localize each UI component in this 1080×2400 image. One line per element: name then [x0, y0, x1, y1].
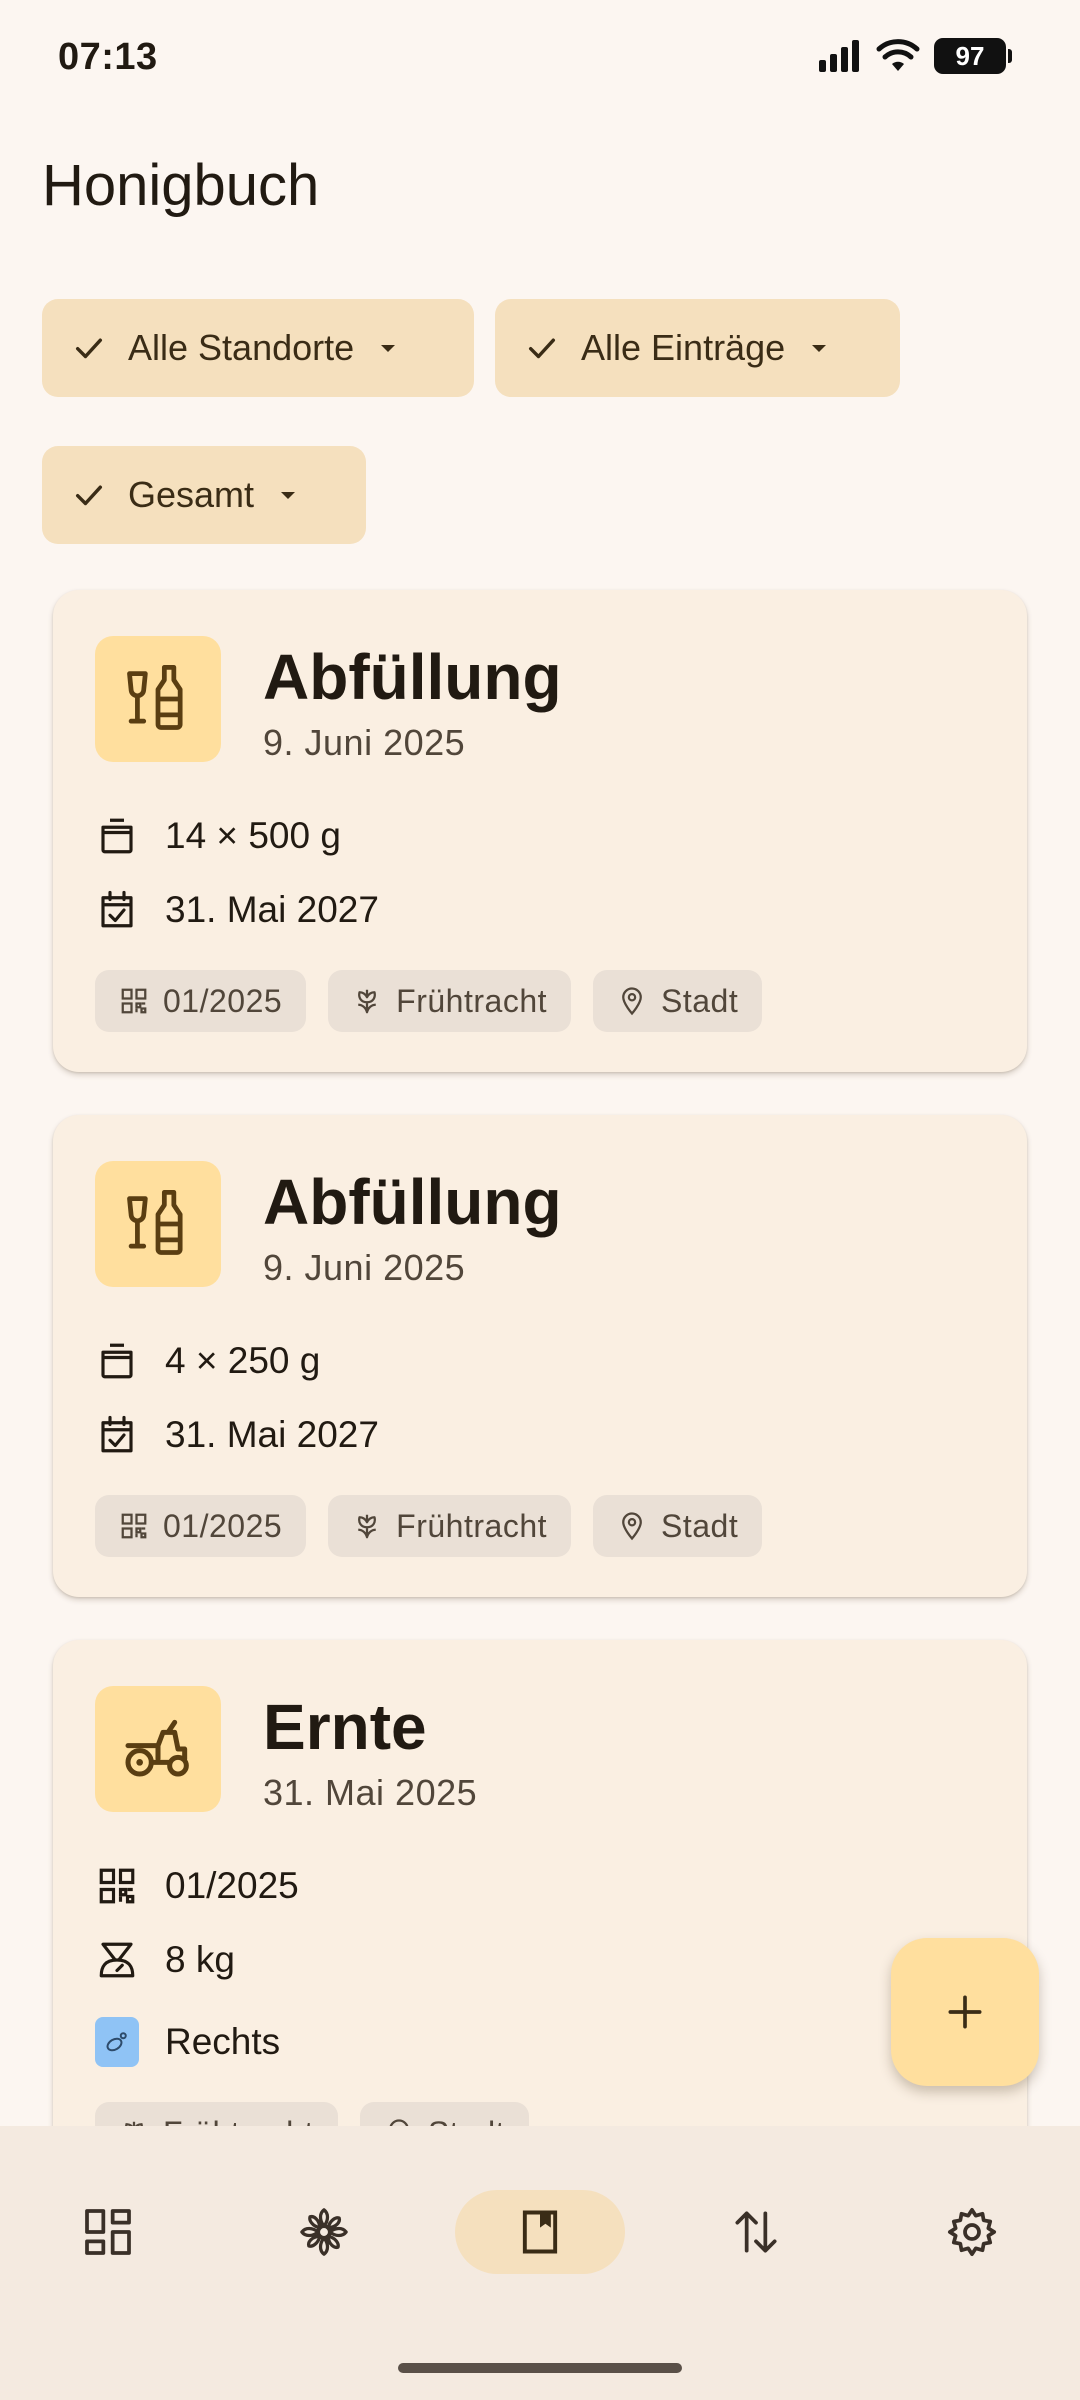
- entry-date: 9. Juni 2025: [263, 1247, 466, 1288]
- grid-icon: [85, 2209, 131, 2255]
- entry-title: Ernte: [263, 1691, 427, 1763]
- tag-location[interactable]: Stadt: [593, 1495, 763, 1557]
- qr-code-icon: [121, 1513, 147, 1539]
- nav-journal[interactable]: [455, 2190, 625, 2274]
- book-icon: [522, 2210, 558, 2254]
- dropdown-arrow-icon: [381, 345, 396, 352]
- filter-location-chip[interactable]: Alle Standorte: [42, 299, 474, 397]
- tag-batch[interactable]: 01/2025: [95, 970, 307, 1032]
- tag-flora-label: Frühtracht: [396, 1507, 547, 1544]
- flower-icon: [358, 989, 377, 1014]
- entry-quantity-row: 14 × 500 g: [95, 814, 341, 858]
- entry-title: Abfüllung: [263, 641, 562, 713]
- tag-flora-label: Frühtracht: [396, 982, 547, 1019]
- tag-batch[interactable]: 01/2025: [95, 1495, 307, 1557]
- tag-batch-label: 01/2025: [163, 982, 283, 1019]
- tag-location-label: Stadt: [661, 1507, 739, 1544]
- entry-title: Abfüllung: [263, 1166, 562, 1238]
- entry-card[interactable]: Abfüllung 9. Juni 2025 14 × 500 g 31. Ma…: [53, 590, 1027, 1072]
- entry-type-icon-box: [95, 636, 221, 762]
- tag-location-label: Stadt: [661, 982, 739, 1019]
- nav-dashboard[interactable]: [23, 2190, 193, 2274]
- tag-location[interactable]: Stadt: [593, 970, 763, 1032]
- entry-type-icon-box: [95, 1161, 221, 1287]
- nav-transfer[interactable]: [671, 2190, 841, 2274]
- entry-quantity-row: 4 × 250 g: [95, 1339, 320, 1383]
- signal-icon: [819, 40, 859, 72]
- entry-quantity: 4 × 250 g: [165, 1340, 321, 1381]
- page-title: Honigbuch: [42, 153, 320, 218]
- filter-period-label: Gesamt: [128, 474, 255, 515]
- flower-icon: [300, 2208, 348, 2256]
- entry-card[interactable]: Ernte 31. Mai 2025 01/2025 8 kg Rechts F…: [53, 1640, 1027, 2200]
- nav-flowers[interactable]: [239, 2190, 409, 2274]
- filter-period-chip[interactable]: Gesamt: [42, 446, 366, 544]
- tag-batch-label: 01/2025: [163, 1507, 283, 1544]
- tractor-icon: [125, 1719, 189, 1777]
- dropdown-arrow-icon: [281, 492, 296, 499]
- swap-vertical-icon: [735, 2211, 777, 2253]
- tag-flora[interactable]: Frühtracht: [328, 970, 571, 1032]
- filter-entries-label: Alle Einträge: [581, 327, 786, 368]
- entry-date: 31. Mai 2025: [263, 1772, 478, 1813]
- entry-weight-row: 8 kg: [95, 1938, 235, 1982]
- qr-code-icon: [99, 1868, 135, 1904]
- flower-icon: [358, 1514, 377, 1539]
- wifi-icon: [876, 39, 920, 71]
- qr-code-icon: [121, 988, 147, 1014]
- dropdown-arrow-icon: [812, 345, 827, 352]
- location-pin-icon: [622, 987, 642, 1016]
- entry-tags: 01/2025 Frühtracht Stadt: [95, 1495, 763, 1557]
- bee-icon: [106, 2032, 127, 2052]
- jar-icon: [101, 818, 133, 854]
- add-entry-button[interactable]: [891, 1938, 1039, 2086]
- entry-weight: 8 kg: [165, 1939, 235, 1980]
- calendar-check-icon: [101, 890, 133, 928]
- entry-best-before: 31. Mai 2027: [165, 1414, 379, 1455]
- entry-type-icon-box: [95, 1686, 221, 1812]
- status-bar: 07:13 97: [0, 0, 1080, 110]
- entry-hive: Rechts: [165, 2021, 281, 2062]
- bottom-navigation: [0, 2126, 1080, 2400]
- entry-quantity: 14 × 500 g: [165, 815, 341, 856]
- bottle-glass-icon: [127, 664, 183, 730]
- entry-batch: 01/2025: [165, 1865, 299, 1906]
- tag-flora[interactable]: Frühtracht: [328, 1495, 571, 1557]
- calendar-check-icon: [101, 1415, 133, 1453]
- filter-location-label: Alle Standorte: [128, 327, 355, 368]
- plus-icon: [948, 1995, 982, 2029]
- bottle-glass-icon: [127, 1189, 183, 1255]
- battery-indicator: 97: [934, 38, 1012, 74]
- battery-level: 97: [955, 40, 985, 71]
- entry-hive-row: Rechts: [95, 2017, 281, 2067]
- entry-batch-row: 01/2025: [95, 1864, 299, 1908]
- nav-settings[interactable]: [887, 2190, 1057, 2274]
- entry-best-before-row: 31. Mai 2027: [95, 888, 379, 932]
- scale-icon: [99, 1942, 135, 1978]
- location-pin-icon: [622, 1512, 642, 1541]
- entry-best-before-row: 31. Mai 2027: [95, 1413, 379, 1457]
- entry-card[interactable]: Abfüllung 9. Juni 2025 4 × 250 g 31. Mai…: [53, 1115, 1027, 1597]
- check-icon: [75, 338, 103, 359]
- entry-tags: 01/2025 Frühtracht Stadt: [95, 970, 763, 1032]
- entry-date: 9. Juni 2025: [263, 722, 466, 763]
- check-icon: [75, 485, 103, 506]
- home-indicator[interactable]: [398, 2363, 682, 2373]
- entry-best-before: 31. Mai 2027: [165, 889, 379, 930]
- hive-color-icon: [95, 2017, 139, 2067]
- check-icon: [528, 338, 556, 359]
- filter-entries-chip[interactable]: Alle Einträge: [495, 299, 900, 397]
- status-time: 07:13: [58, 36, 158, 78]
- gear-icon: [947, 2207, 997, 2257]
- system-icons: 97: [818, 38, 1012, 74]
- jar-icon: [101, 1343, 133, 1379]
